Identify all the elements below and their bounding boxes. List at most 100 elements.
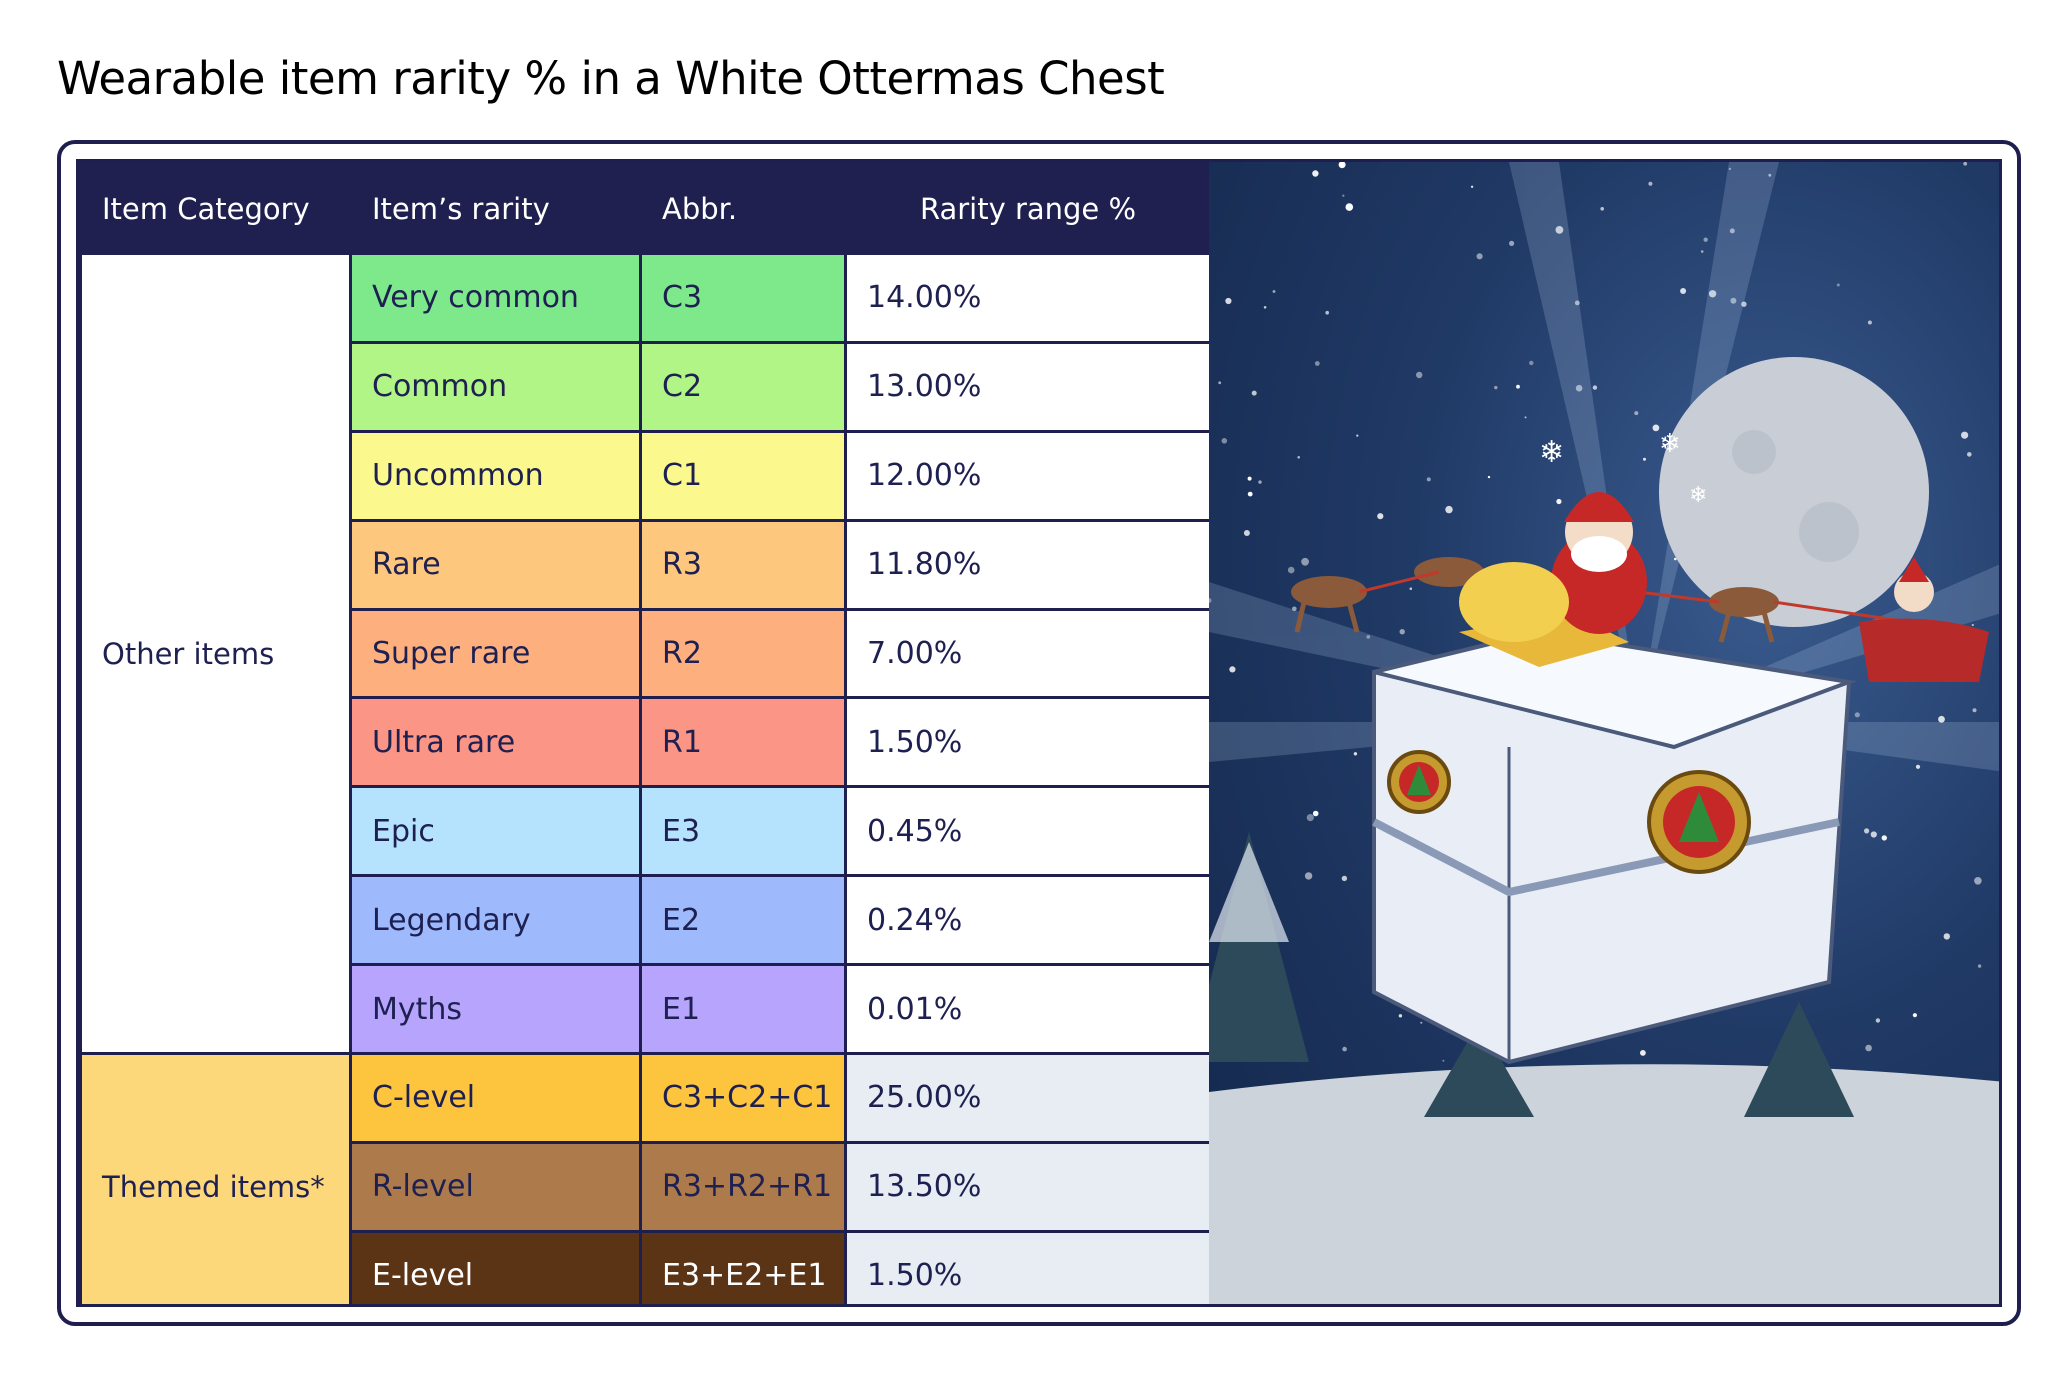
snow-dot	[1353, 752, 1358, 756]
snow-dot	[1592, 385, 1598, 390]
snow-dot	[1640, 1050, 1646, 1056]
rarity-cell: Legendary	[349, 874, 642, 967]
rarity-cell: Myths	[349, 963, 642, 1056]
snow-dot	[1634, 411, 1639, 416]
snow-dot	[1445, 505, 1453, 514]
table-row: Other items Very common C3 14.00%	[79, 251, 1212, 1056]
scene-svg: ❄ ❄ ❄	[1209, 162, 1999, 1304]
snow-dot	[1399, 629, 1405, 635]
abbr-cell: E3	[639, 785, 847, 878]
snow-dot	[1416, 371, 1423, 379]
abbr-cell: R2	[639, 607, 847, 700]
snow-dot	[1409, 587, 1413, 590]
snow-dot	[1648, 181, 1653, 186]
rarity-range-cell: 0.24%	[844, 874, 1212, 967]
abbr-cell: C3	[639, 252, 847, 344]
snow-dot	[1377, 513, 1384, 520]
snow-dot	[1221, 438, 1228, 444]
snow-dot	[1341, 875, 1348, 882]
rarity-range-cell: 12.00%	[844, 429, 1212, 522]
snow-dot	[1864, 828, 1870, 834]
chest-icon	[1372, 629, 1857, 1065]
snow-dot	[1345, 203, 1354, 211]
rarity-range-cell: 0.01%	[844, 963, 1212, 1056]
abbr-cell: E3+E2+E1	[639, 1229, 847, 1304]
page-title: Wearable item rarity % in a White Otterm…	[57, 52, 1165, 105]
table-row: Themed items* C-level C3+C2+C1 25.00%	[79, 1052, 1212, 1304]
snow-dot	[1243, 530, 1250, 536]
rarity-range-cell: 13.00%	[844, 340, 1212, 433]
snow-dot	[1961, 431, 1969, 439]
snow-dot	[1476, 253, 1483, 260]
snowflake-icon: ❄	[1539, 435, 1564, 470]
header-item-category: Item Category	[79, 162, 352, 255]
snow-dot	[1867, 320, 1872, 325]
snow-dot	[1524, 416, 1527, 419]
snow-dot	[1314, 361, 1320, 366]
snow-dot	[1915, 764, 1921, 769]
abbr-cell: C1	[639, 429, 847, 522]
abbr-cell: E2	[639, 874, 847, 967]
snow-dot	[1516, 384, 1520, 389]
christmas-tree-icon	[1744, 1002, 1854, 1117]
rarity-cell: Uncommon	[349, 429, 642, 522]
rarity-cell: Very common	[349, 252, 642, 344]
rarity-cell: Super rare	[349, 607, 642, 700]
category-cell: Themed items*	[79, 1052, 352, 1304]
snow-dot	[1963, 162, 1968, 166]
snow-dot	[1287, 566, 1295, 574]
rarity-cell: Ultra rare	[349, 696, 642, 789]
snowy-ground	[1209, 1064, 1999, 1304]
rarity-range-cell: 25.00%	[844, 1052, 1212, 1144]
snow-dot	[1494, 385, 1498, 390]
rarity-cell: E-level	[349, 1229, 642, 1304]
snow-dot	[1247, 476, 1252, 481]
snow-dot	[1700, 250, 1704, 253]
snow-dot	[1680, 288, 1687, 294]
snowflake-icon: ❄	[1689, 483, 1707, 508]
snow-dot	[1529, 360, 1534, 366]
abbr-cell: C3+C2+C1	[639, 1052, 847, 1144]
snow-dot	[1509, 240, 1515, 246]
rarity-card: Item Category Item’s rarity Abbr. Rarity…	[57, 140, 2021, 1326]
snow-dot	[1398, 1014, 1403, 1018]
snow-dot	[1600, 207, 1604, 211]
snowflake-icon: ❄	[1659, 429, 1681, 459]
abbr-cell: R3+R2+R1	[639, 1140, 847, 1233]
snow-dot	[1854, 712, 1860, 718]
snow-dot	[1836, 283, 1840, 287]
snow-dot	[1297, 456, 1300, 459]
snow-dot	[1338, 162, 1346, 169]
snow-dot	[1301, 557, 1309, 566]
rarity-cell: R-level	[349, 1140, 642, 1233]
christmas-tree-icon	[1209, 832, 1309, 1062]
snow-dot	[1247, 491, 1253, 497]
snow-dot	[1971, 623, 1974, 627]
snow-dot	[1229, 666, 1236, 673]
abbr-cell: E1	[639, 963, 847, 1056]
rarity-range-cell: 14.00%	[844, 252, 1212, 344]
header-items-rarity: Item’s rarity	[349, 162, 642, 255]
snow-dot	[1218, 381, 1222, 385]
snow-dot	[1703, 237, 1708, 242]
snow-dot	[1426, 477, 1431, 482]
snow-dot	[1306, 814, 1314, 822]
snow-dot	[1870, 831, 1877, 838]
santa-icon	[1459, 492, 1647, 667]
snow-dot	[1938, 715, 1945, 723]
snow-dot	[1325, 310, 1329, 315]
snow-dot	[1643, 457, 1646, 461]
snow-dot	[1943, 933, 1950, 940]
table-body: Other items Very common C3 14.00% Common C2 13…	[79, 251, 1212, 1304]
header-abbr: Abbr.	[639, 162, 847, 255]
snow-dot	[1356, 434, 1359, 437]
abbr-cell: R3	[639, 518, 847, 611]
snow-dot	[1977, 964, 1982, 968]
snow-dot	[1487, 475, 1491, 479]
rarity-range-cell: 0.45%	[844, 785, 1212, 878]
snow-dot	[1251, 390, 1257, 396]
snow-dot	[1272, 290, 1276, 293]
snow-dot	[1312, 170, 1319, 177]
abbr-cell: R1	[639, 696, 847, 789]
snow-dot	[1304, 872, 1313, 880]
